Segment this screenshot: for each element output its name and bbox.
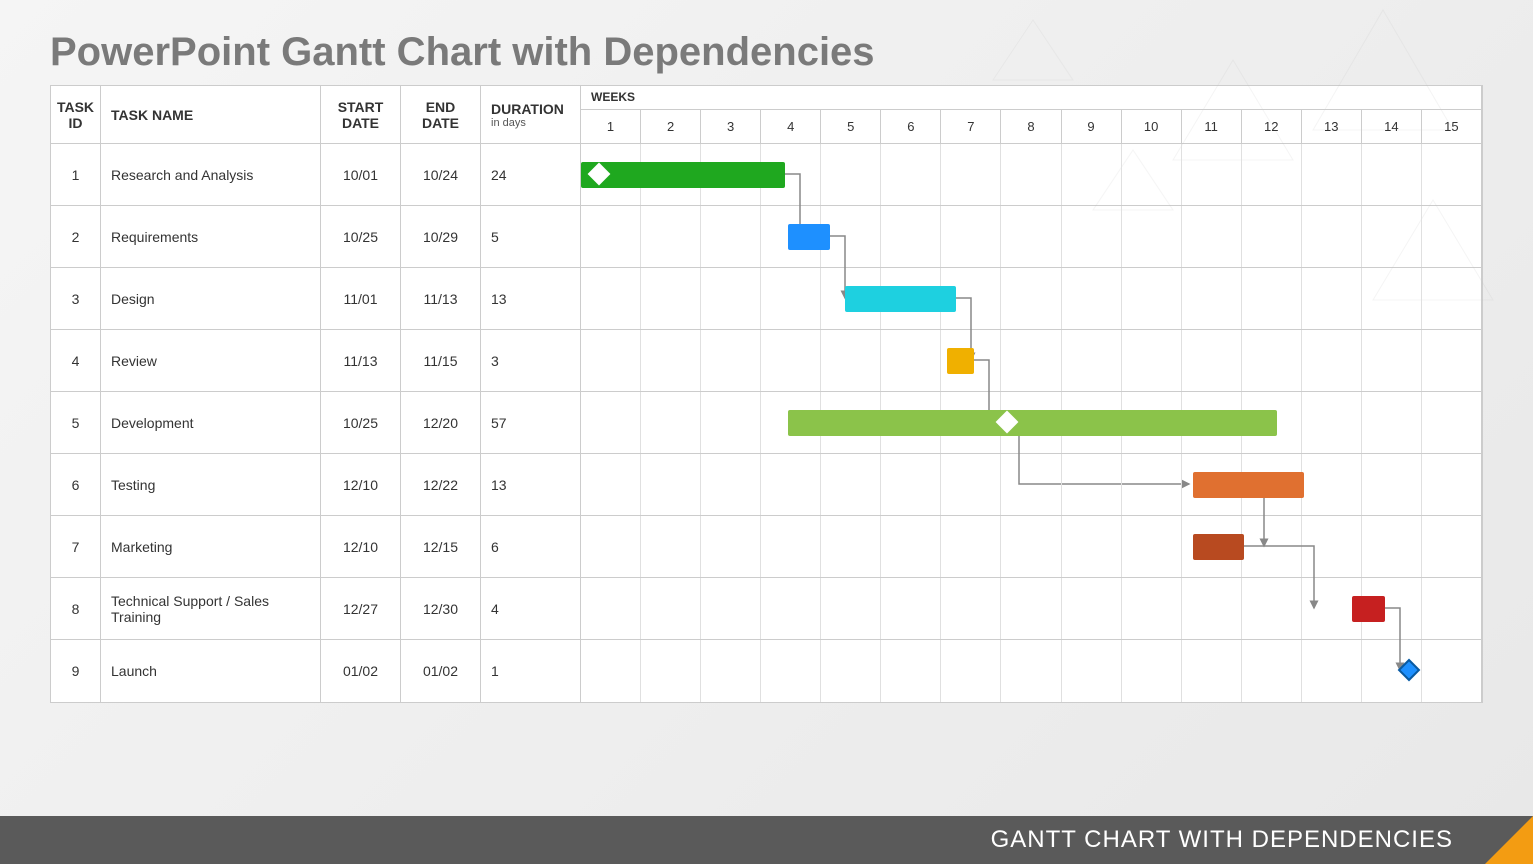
task-duration: 13 xyxy=(481,268,581,329)
task-start: 12/10 xyxy=(321,516,401,577)
gantt-bar xyxy=(788,410,1277,436)
task-name: Design xyxy=(101,268,321,329)
task-name: Requirements xyxy=(101,206,321,267)
task-row: 8Technical Support / Sales Training12/27… xyxy=(51,578,1482,640)
week-header: 6 xyxy=(881,110,941,143)
gantt-bar xyxy=(845,286,956,312)
task-timeline xyxy=(581,206,1482,267)
task-duration: 13 xyxy=(481,454,581,515)
task-name: Review xyxy=(101,330,321,391)
col-task-id: TASK ID xyxy=(51,86,101,143)
task-timeline xyxy=(581,144,1482,205)
task-start: 10/25 xyxy=(321,206,401,267)
task-timeline xyxy=(581,454,1482,515)
task-id: 6 xyxy=(51,454,101,515)
task-end: 12/15 xyxy=(401,516,481,577)
header-row: TASK ID TASK NAME START DATE END DATE DU… xyxy=(51,86,1482,144)
week-header: 14 xyxy=(1362,110,1422,143)
task-row: 7Marketing12/1012/156 xyxy=(51,516,1482,578)
task-name: Technical Support / Sales Training xyxy=(101,578,321,639)
footer-accent-icon xyxy=(1463,816,1533,864)
task-id: 3 xyxy=(51,268,101,329)
col-duration: DURATIONin days xyxy=(481,86,581,143)
task-end: 12/22 xyxy=(401,454,481,515)
gantt-bar xyxy=(581,162,785,188)
col-start-date: START DATE xyxy=(321,86,401,143)
week-header: 1 xyxy=(581,110,641,143)
week-header: 3 xyxy=(701,110,761,143)
task-end: 12/20 xyxy=(401,392,481,453)
task-start: 10/25 xyxy=(321,392,401,453)
task-timeline xyxy=(581,330,1482,391)
task-duration: 1 xyxy=(481,640,581,702)
task-timeline xyxy=(581,640,1482,702)
footer-text: GANTT CHART WITH DEPENDENCIES xyxy=(991,826,1453,854)
gantt-bar xyxy=(1193,534,1244,560)
task-end: 10/29 xyxy=(401,206,481,267)
task-duration: 57 xyxy=(481,392,581,453)
week-header: 10 xyxy=(1122,110,1182,143)
task-row: 4Review11/1311/153 xyxy=(51,330,1482,392)
task-timeline xyxy=(581,578,1482,639)
task-start: 11/01 xyxy=(321,268,401,329)
week-header: 13 xyxy=(1302,110,1362,143)
task-end: 10/24 xyxy=(401,144,481,205)
task-timeline xyxy=(581,268,1482,329)
task-start: 12/27 xyxy=(321,578,401,639)
task-duration: 3 xyxy=(481,330,581,391)
task-start: 10/01 xyxy=(321,144,401,205)
task-start: 01/02 xyxy=(321,640,401,702)
task-id: 5 xyxy=(51,392,101,453)
col-end-date: END DATE xyxy=(401,86,481,143)
col-weeks: WEEKS 123456789101112131415 xyxy=(581,86,1482,143)
col-task-name: TASK NAME xyxy=(101,86,321,143)
gantt-bar xyxy=(1352,596,1385,622)
task-timeline xyxy=(581,392,1482,453)
task-name: Launch xyxy=(101,640,321,702)
gantt-chart: TASK ID TASK NAME START DATE END DATE DU… xyxy=(50,85,1483,703)
task-id: 8 xyxy=(51,578,101,639)
gantt-bar xyxy=(947,348,974,374)
week-header: 7 xyxy=(941,110,1001,143)
task-name: Marketing xyxy=(101,516,321,577)
task-id: 4 xyxy=(51,330,101,391)
task-id: 7 xyxy=(51,516,101,577)
task-row: 2Requirements10/2510/295 xyxy=(51,206,1482,268)
week-header: 12 xyxy=(1242,110,1302,143)
week-header: 4 xyxy=(761,110,821,143)
task-name: Research and Analysis xyxy=(101,144,321,205)
week-header: 15 xyxy=(1422,110,1481,143)
task-end: 11/15 xyxy=(401,330,481,391)
page-title: PowerPoint Gantt Chart with Dependencies xyxy=(0,0,1533,85)
task-name: Development xyxy=(101,392,321,453)
task-row: 6Testing12/1012/2213 xyxy=(51,454,1482,516)
task-id: 9 xyxy=(51,640,101,702)
week-header: 5 xyxy=(821,110,881,143)
task-duration: 6 xyxy=(481,516,581,577)
task-end: 11/13 xyxy=(401,268,481,329)
footer-bar: GANTT CHART WITH DEPENDENCIES xyxy=(0,816,1533,864)
gantt-bar xyxy=(1193,472,1304,498)
week-header: 9 xyxy=(1062,110,1122,143)
task-start: 12/10 xyxy=(321,454,401,515)
task-end: 01/02 xyxy=(401,640,481,702)
task-row: 3Design11/0111/1313 xyxy=(51,268,1482,330)
task-row: 9Launch01/0201/021 xyxy=(51,640,1482,702)
gantt-bar xyxy=(788,224,830,250)
task-duration: 5 xyxy=(481,206,581,267)
task-start: 11/13 xyxy=(321,330,401,391)
task-end: 12/30 xyxy=(401,578,481,639)
week-header: 2 xyxy=(641,110,701,143)
week-header: 8 xyxy=(1001,110,1061,143)
task-timeline xyxy=(581,516,1482,577)
task-id: 2 xyxy=(51,206,101,267)
task-row: 5Development10/2512/2057 xyxy=(51,392,1482,454)
week-header: 11 xyxy=(1182,110,1242,143)
task-id: 1 xyxy=(51,144,101,205)
task-duration: 24 xyxy=(481,144,581,205)
task-name: Testing xyxy=(101,454,321,515)
task-duration: 4 xyxy=(481,578,581,639)
task-row: 1Research and Analysis10/0110/2424 xyxy=(51,144,1482,206)
